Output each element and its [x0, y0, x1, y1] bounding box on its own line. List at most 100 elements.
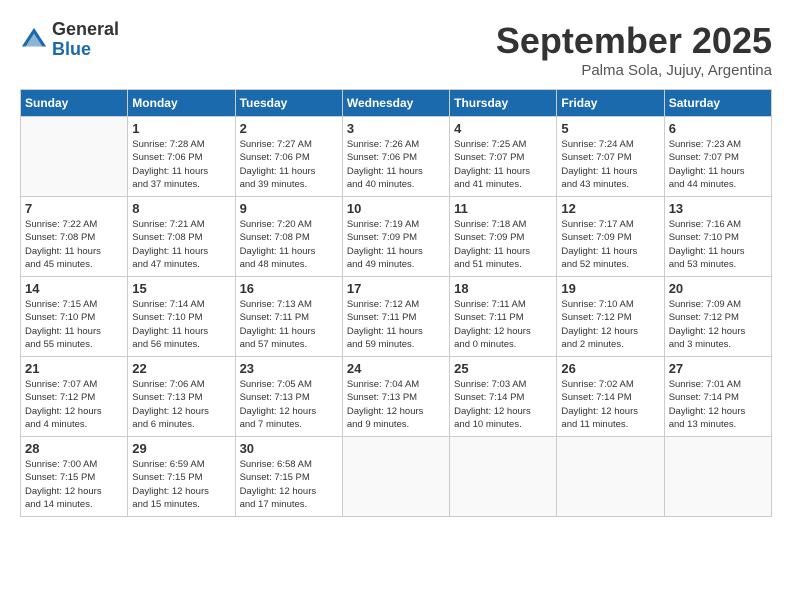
day-number: 22: [132, 361, 230, 376]
calendar-cell: [342, 437, 449, 517]
day-of-week-header: Thursday: [450, 90, 557, 117]
calendar-cell: 28 Sunrise: 7:00 AM Sunset: 7:15 PM Dayli…: [21, 437, 128, 517]
day-info: Sunrise: 7:16 AM Sunset: 7:10 PM Dayligh…: [669, 218, 767, 271]
day-number: 20: [669, 281, 767, 296]
day-info: Sunrise: 7:23 AM Sunset: 7:07 PM Dayligh…: [669, 138, 767, 191]
calendar-week-row: 7 Sunrise: 7:22 AM Sunset: 7:08 PM Daylig…: [21, 197, 772, 277]
page-header: General Blue September 2025 Palma Sola, …: [20, 20, 772, 79]
day-number: 7: [25, 201, 123, 216]
calendar-cell: 27 Sunrise: 7:01 AM Sunset: 7:14 PM Dayli…: [664, 357, 771, 437]
day-info: Sunrise: 7:11 AM Sunset: 7:11 PM Dayligh…: [454, 298, 552, 351]
calendar-cell: [557, 437, 664, 517]
day-number: 19: [561, 281, 659, 296]
day-number: 27: [669, 361, 767, 376]
calendar-cell: 14 Sunrise: 7:15 AM Sunset: 7:10 PM Dayli…: [21, 277, 128, 357]
logo-general: General: [52, 20, 119, 40]
calendar-week-row: 21 Sunrise: 7:07 AM Sunset: 7:12 PM Dayli…: [21, 357, 772, 437]
day-of-week-header: Sunday: [21, 90, 128, 117]
day-info: Sunrise: 7:17 AM Sunset: 7:09 PM Dayligh…: [561, 218, 659, 271]
day-info: Sunrise: 7:22 AM Sunset: 7:08 PM Dayligh…: [25, 218, 123, 271]
day-of-week-header: Friday: [557, 90, 664, 117]
day-number: 8: [132, 201, 230, 216]
day-info: Sunrise: 7:02 AM Sunset: 7:14 PM Dayligh…: [561, 378, 659, 431]
calendar-cell: 22 Sunrise: 7:06 AM Sunset: 7:13 PM Dayli…: [128, 357, 235, 437]
calendar-cell: 6 Sunrise: 7:23 AM Sunset: 7:07 PM Daylig…: [664, 117, 771, 197]
day-of-week-header: Wednesday: [342, 90, 449, 117]
logo-icon: [20, 26, 48, 54]
day-number: 28: [25, 441, 123, 456]
calendar-week-row: 1 Sunrise: 7:28 AM Sunset: 7:06 PM Daylig…: [21, 117, 772, 197]
day-of-week-header: Saturday: [664, 90, 771, 117]
calendar-cell: 2 Sunrise: 7:27 AM Sunset: 7:06 PM Daylig…: [235, 117, 342, 197]
day-number: 23: [240, 361, 338, 376]
day-info: Sunrise: 7:24 AM Sunset: 7:07 PM Dayligh…: [561, 138, 659, 191]
title-block: September 2025 Palma Sola, Jujuy, Argent…: [496, 20, 772, 79]
calendar-cell: 3 Sunrise: 7:26 AM Sunset: 7:06 PM Daylig…: [342, 117, 449, 197]
calendar-cell: 21 Sunrise: 7:07 AM Sunset: 7:12 PM Dayli…: [21, 357, 128, 437]
day-info: Sunrise: 7:01 AM Sunset: 7:14 PM Dayligh…: [669, 378, 767, 431]
day-number: 14: [25, 281, 123, 296]
day-number: 15: [132, 281, 230, 296]
day-info: Sunrise: 7:07 AM Sunset: 7:12 PM Dayligh…: [25, 378, 123, 431]
day-number: 29: [132, 441, 230, 456]
day-number: 18: [454, 281, 552, 296]
calendar-cell: 5 Sunrise: 7:24 AM Sunset: 7:07 PM Daylig…: [557, 117, 664, 197]
day-info: Sunrise: 7:13 AM Sunset: 7:11 PM Dayligh…: [240, 298, 338, 351]
calendar-cell: 8 Sunrise: 7:21 AM Sunset: 7:08 PM Daylig…: [128, 197, 235, 277]
day-number: 13: [669, 201, 767, 216]
calendar-cell: 23Sunrise: 7:05 AM Sunset: 7:13 PM Dayli…: [235, 357, 342, 437]
day-info: Sunrise: 7:25 AM Sunset: 7:07 PM Dayligh…: [454, 138, 552, 191]
calendar-cell: 18 Sunrise: 7:11 AM Sunset: 7:11 PM Dayli…: [450, 277, 557, 357]
day-info: Sunrise: 7:10 AM Sunset: 7:12 PM Dayligh…: [561, 298, 659, 351]
day-info: Sunrise: 7:03 AM Sunset: 7:14 PM Dayligh…: [454, 378, 552, 431]
day-number: 26: [561, 361, 659, 376]
day-number: 30: [240, 441, 338, 456]
calendar-cell: 20 Sunrise: 7:09 AM Sunset: 7:12 PM Dayli…: [664, 277, 771, 357]
calendar-week-row: 14 Sunrise: 7:15 AM Sunset: 7:10 PM Dayli…: [21, 277, 772, 357]
day-info: Sunrise: 7:26 AM Sunset: 7:06 PM Dayligh…: [347, 138, 445, 191]
day-number: 17: [347, 281, 445, 296]
day-number: 9: [240, 201, 338, 216]
calendar-cell: [21, 117, 128, 197]
day-of-week-header: Monday: [128, 90, 235, 117]
calendar-cell: 4 Sunrise: 7:25 AM Sunset: 7:07 PM Daylig…: [450, 117, 557, 197]
calendar-cell: 24Sunrise: 7:04 AM Sunset: 7:13 PM Dayli…: [342, 357, 449, 437]
day-info: Sunrise: 7:06 AM Sunset: 7:13 PM Dayligh…: [132, 378, 230, 431]
day-number: 4: [454, 121, 552, 136]
day-number: 3: [347, 121, 445, 136]
day-number: 2: [240, 121, 338, 136]
day-number: 10: [347, 201, 445, 216]
logo-text: General Blue: [52, 20, 119, 60]
day-info: Sunrise: 7:15 AM Sunset: 7:10 PM Dayligh…: [25, 298, 123, 351]
calendar-cell: 9Sunrise: 7:20 AM Sunset: 7:08 PM Daylig…: [235, 197, 342, 277]
month-title: September 2025: [496, 20, 772, 62]
day-info: Sunrise: 7:19 AM Sunset: 7:09 PM Dayligh…: [347, 218, 445, 271]
day-number: 25: [454, 361, 552, 376]
calendar-cell: 1 Sunrise: 7:28 AM Sunset: 7:06 PM Daylig…: [128, 117, 235, 197]
calendar-cell: 11Sunrise: 7:18 AM Sunset: 7:09 PM Dayli…: [450, 197, 557, 277]
day-number: 6: [669, 121, 767, 136]
day-info: Sunrise: 6:59 AM Sunset: 7:15 PM Dayligh…: [132, 458, 230, 511]
day-number: 5: [561, 121, 659, 136]
calendar-cell: 26 Sunrise: 7:02 AM Sunset: 7:14 PM Dayli…: [557, 357, 664, 437]
day-info: Sunrise: 7:00 AM Sunset: 7:15 PM Dayligh…: [25, 458, 123, 511]
day-of-week-header: Tuesday: [235, 90, 342, 117]
day-number: 21: [25, 361, 123, 376]
day-info: Sunrise: 7:09 AM Sunset: 7:12 PM Dayligh…: [669, 298, 767, 351]
calendar-cell: 12Sunrise: 7:17 AM Sunset: 7:09 PM Dayli…: [557, 197, 664, 277]
day-number: 1: [132, 121, 230, 136]
calendar-week-row: 28 Sunrise: 7:00 AM Sunset: 7:15 PM Dayli…: [21, 437, 772, 517]
location-subtitle: Palma Sola, Jujuy, Argentina: [496, 62, 772, 79]
calendar-cell: [450, 437, 557, 517]
logo-blue: Blue: [52, 40, 119, 60]
calendar-cell: 29 Sunrise: 6:59 AM Sunset: 7:15 PM Dayli…: [128, 437, 235, 517]
day-info: Sunrise: 7:21 AM Sunset: 7:08 PM Dayligh…: [132, 218, 230, 271]
day-info: Sunrise: 6:58 AM Sunset: 7:15 PM Dayligh…: [240, 458, 338, 511]
calendar-cell: [664, 437, 771, 517]
day-info: Sunrise: 7:28 AM Sunset: 7:06 PM Dayligh…: [132, 138, 230, 191]
day-info: Sunrise: 7:27 AM Sunset: 7:06 PM Dayligh…: [240, 138, 338, 191]
calendar-table: SundayMondayTuesdayWednesdayThursdayFrid…: [20, 89, 772, 517]
calendar-cell: 25 Sunrise: 7:03 AM Sunset: 7:14 PM Dayli…: [450, 357, 557, 437]
calendar-cell: 13 Sunrise: 7:16 AM Sunset: 7:10 PM Dayli…: [664, 197, 771, 277]
calendar-cell: 17Sunrise: 7:12 AM Sunset: 7:11 PM Dayli…: [342, 277, 449, 357]
